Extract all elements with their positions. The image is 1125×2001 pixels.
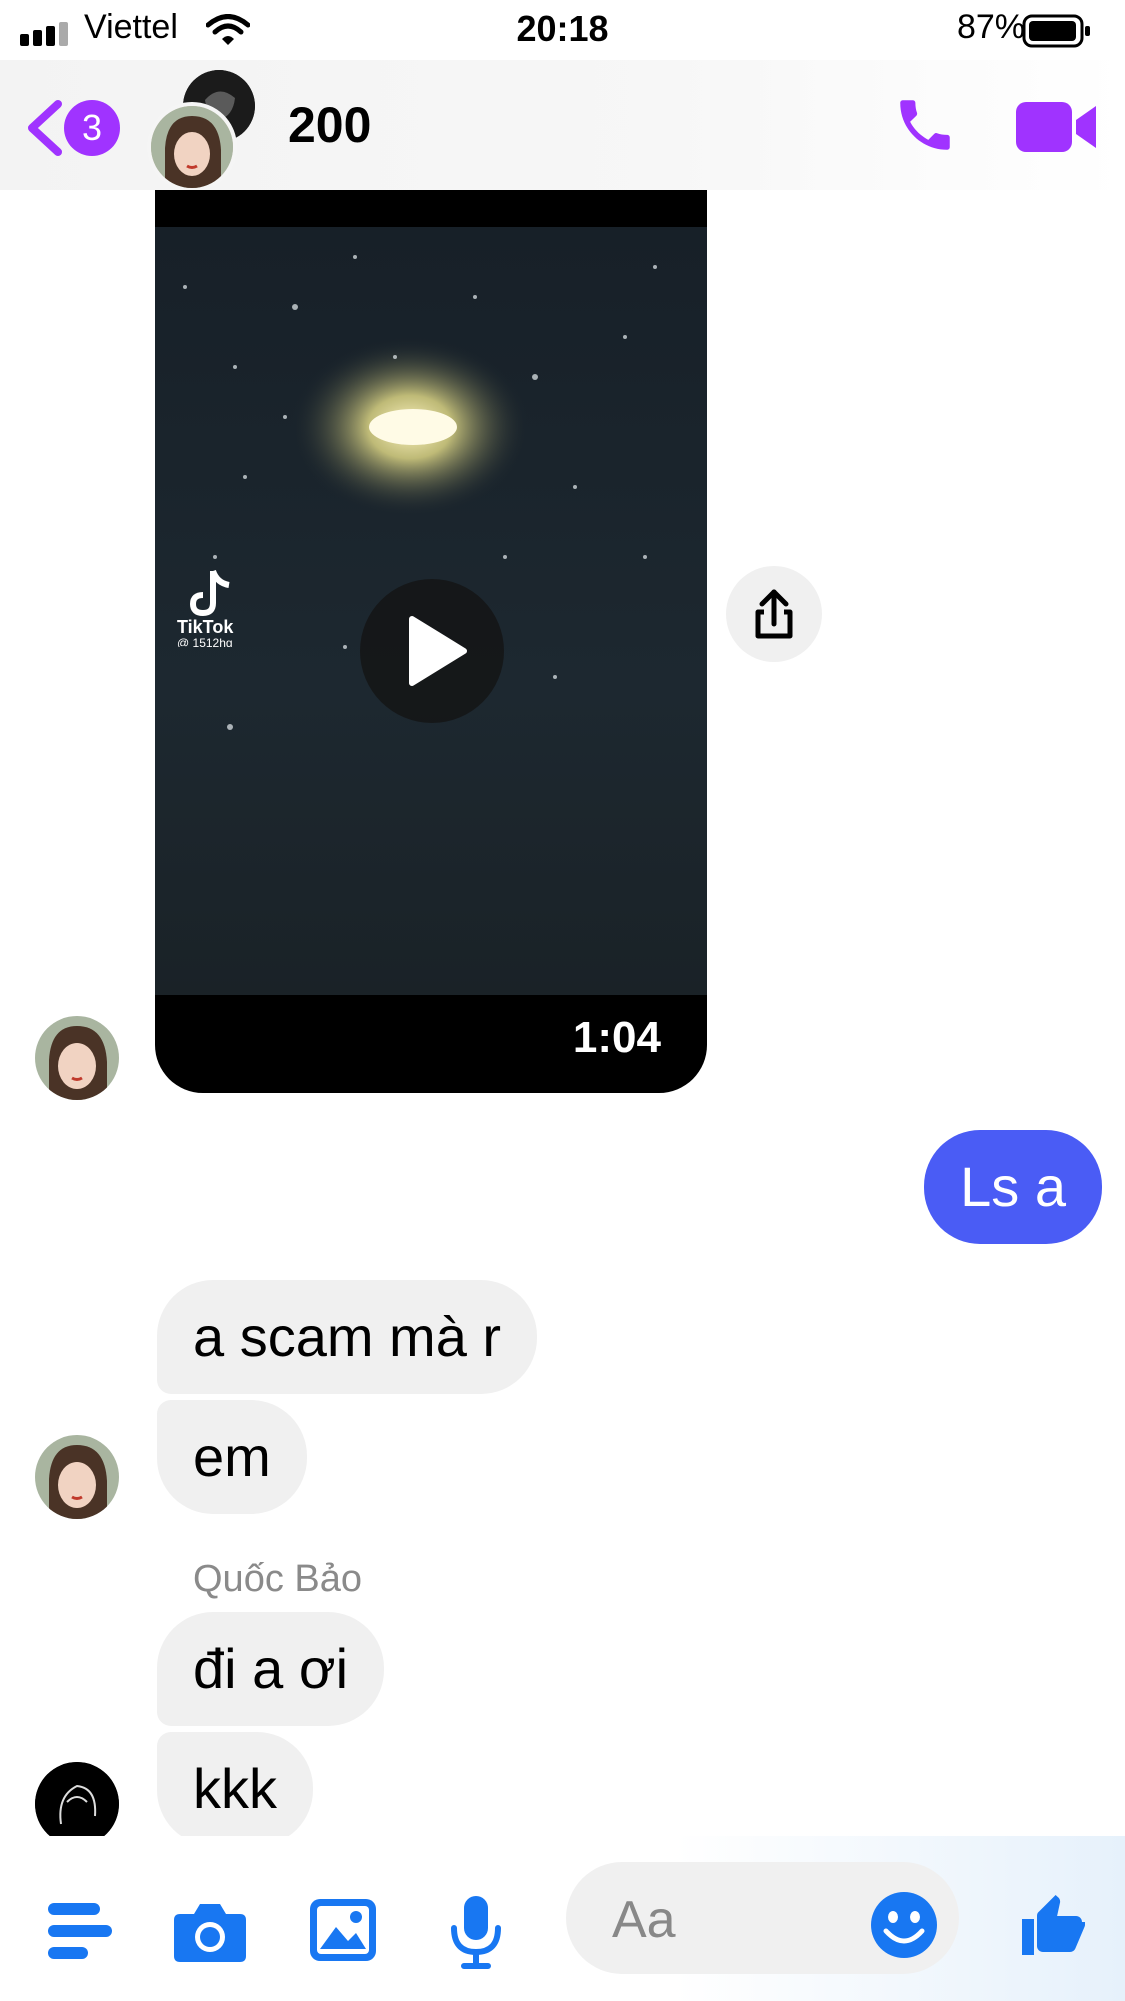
avatar-image-dark [35,1762,119,1846]
video-thumbnail[interactable]: TikTok @ 1512hg [155,227,707,995]
avatar-image-girl [35,1016,119,1100]
avatar-image-girl [151,106,233,188]
sender-avatar-1[interactable] [35,1016,119,1100]
message-in-4[interactable]: kkk [157,1732,313,1846]
share-button[interactable] [726,566,822,662]
battery-icon [1022,14,1090,48]
message-in-1[interactable]: a scam mà r [157,1280,538,1394]
emoji-icon[interactable] [870,1891,938,1959]
unread-badge[interactable]: 3 [64,100,120,156]
photo-gallery-icon[interactable] [308,1897,378,1963]
message-out-1[interactable]: Ls a [924,1130,1102,1244]
tiktok-handle: @ 1512hg [177,636,233,647]
share-icon [755,589,793,639]
message-input-placeholder: Aa [612,1891,676,1949]
sender-avatar-2[interactable] [35,1435,119,1519]
tiktok-brand: TikTok [177,617,234,637]
sender-name: Quốc Bảo [193,1558,362,1600]
message-in-2[interactable]: em [157,1400,307,1514]
group-avatar-front[interactable] [147,102,237,192]
menu-icon[interactable] [48,1903,112,1961]
sender-avatar-3[interactable] [35,1762,119,1846]
back-chevron-icon[interactable] [24,100,64,156]
video-duration: 1:04 [572,1013,661,1062]
play-icon [409,616,467,686]
message-in-3[interactable]: đi a ơi [157,1612,385,1726]
thumbs-up-icon[interactable] [1016,1888,1088,1962]
video-call-icon[interactable] [1016,100,1098,154]
microphone-icon[interactable] [448,1894,504,1970]
phone-call-icon[interactable] [892,92,958,158]
chat-title[interactable]: 200 [288,96,371,154]
status-bar: Viettel 20:18 87% [0,0,1125,60]
battery-percent: 87% [956,8,1025,46]
tiktok-logo: TikTok @ 1512hg [177,569,234,647]
video-message[interactable]: TikTok @ 1512hg 1:04 [155,190,707,1093]
avatar-image-girl [35,1435,119,1519]
camera-icon[interactable] [172,1900,248,1964]
play-button[interactable] [360,579,504,723]
